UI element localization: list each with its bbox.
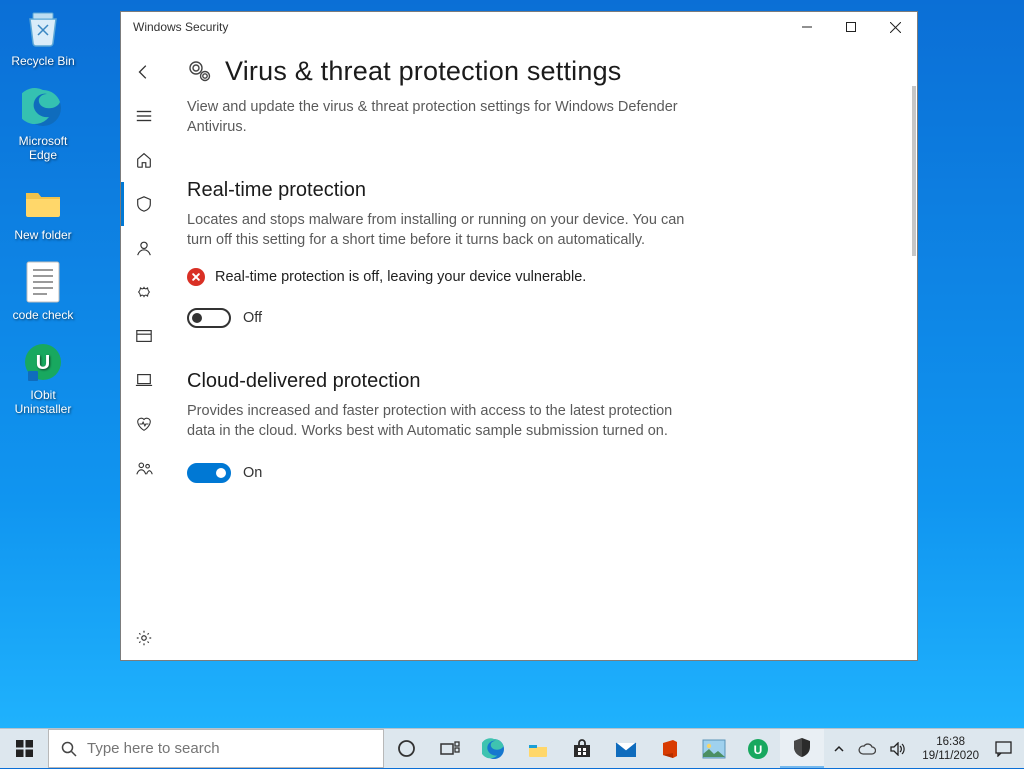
close-button[interactable] [873, 12, 917, 42]
desktop-icon-label: code check [4, 308, 82, 322]
desktop-icon-iobit[interactable]: U IObit Uninstaller [4, 340, 82, 416]
task-buttons: U [384, 729, 824, 768]
nav-device-security[interactable] [121, 358, 167, 402]
task-mail[interactable] [604, 729, 648, 768]
content-area: Virus & threat protection settings View … [167, 42, 917, 660]
desktop-icon-recycle-bin[interactable]: Recycle Bin [4, 6, 82, 68]
window-title: Windows Security [133, 20, 228, 34]
cloud-toggle[interactable] [187, 463, 231, 483]
tray-overflow[interactable] [828, 729, 850, 769]
task-pictures[interactable] [692, 729, 736, 768]
text-file-icon [21, 260, 65, 304]
minimize-button[interactable] [785, 12, 829, 42]
warning-row: Real-time protection is off, leaving you… [187, 268, 697, 286]
toggle-label: On [243, 465, 262, 481]
clock-time: 16:38 [936, 735, 965, 749]
edge-icon [21, 86, 65, 130]
back-button[interactable] [121, 50, 167, 94]
task-store[interactable] [560, 729, 604, 768]
page-title: Virus & threat protection settings [225, 56, 622, 87]
task-office[interactable] [648, 729, 692, 768]
windows-security-window: Windows Security Virus & [120, 11, 918, 661]
gears-icon [187, 59, 215, 85]
section-desc: Provides increased and faster protection… [187, 401, 697, 441]
warning-text: Real-time protection is off, leaving you… [215, 269, 586, 285]
start-button[interactable] [0, 729, 48, 768]
realtime-toggle[interactable] [187, 308, 231, 328]
nav-settings[interactable] [121, 616, 167, 660]
maximize-button[interactable] [829, 12, 873, 42]
tray-clock[interactable]: 16:38 19/11/2020 [914, 729, 987, 769]
task-view-button[interactable] [428, 729, 472, 768]
svg-text:U: U [36, 352, 50, 374]
cortana-button[interactable] [384, 729, 428, 768]
clock-date: 19/11/2020 [922, 749, 979, 763]
recycle-bin-icon [21, 6, 65, 50]
section-cloud: Cloud-delivered protection Provides incr… [187, 370, 697, 483]
desktop-icon-code-check[interactable]: code check [4, 260, 82, 322]
scrollbar[interactable] [912, 86, 916, 256]
tray-notifications[interactable] [989, 729, 1018, 769]
nav-firewall[interactable] [121, 270, 167, 314]
nav-virus-threat[interactable] [121, 182, 167, 226]
section-desc: Locates and stops malware from installin… [187, 210, 697, 250]
taskbar-search[interactable] [48, 729, 384, 768]
search-input[interactable] [87, 730, 371, 767]
desktop-icon-label: Recycle Bin [4, 54, 82, 68]
desktop-icon-label: Microsoft Edge [4, 134, 82, 162]
tray-volume[interactable] [884, 729, 912, 769]
desktop-icon-label: New folder [4, 228, 82, 242]
desktop-icon-label: IObit Uninstaller [4, 388, 82, 416]
nav-device-health[interactable] [121, 402, 167, 446]
task-explorer[interactable] [516, 729, 560, 768]
hamburger-button[interactable] [121, 94, 167, 138]
titlebar[interactable]: Windows Security [121, 12, 917, 42]
folder-icon [21, 180, 65, 224]
nav-app-browser[interactable] [121, 314, 167, 358]
nav-sidebar [121, 42, 167, 660]
desktop-icon-new-folder[interactable]: New folder [4, 180, 82, 242]
nav-family[interactable] [121, 446, 167, 490]
system-tray: 16:38 19/11/2020 [828, 729, 1024, 768]
nav-home[interactable] [121, 138, 167, 182]
section-title: Cloud-delivered protection [187, 370, 697, 393]
task-windows-security[interactable] [780, 729, 824, 768]
section-realtime: Real-time protection Locates and stops m… [187, 179, 697, 328]
taskbar: U 16:38 19/11/2020 [0, 728, 1024, 768]
tray-onedrive[interactable] [852, 729, 882, 769]
desktop-icon-edge[interactable]: Microsoft Edge [4, 86, 82, 162]
iobit-icon: U [21, 340, 65, 384]
section-title: Real-time protection [187, 179, 697, 202]
nav-account[interactable] [121, 226, 167, 270]
task-iobit[interactable]: U [736, 729, 780, 768]
task-edge[interactable] [472, 729, 516, 768]
toggle-label: Off [243, 310, 262, 326]
error-icon [187, 268, 205, 286]
page-subtitle: View and update the virus & threat prote… [187, 97, 687, 137]
svg-text:U: U [754, 743, 763, 757]
search-icon [61, 741, 77, 757]
